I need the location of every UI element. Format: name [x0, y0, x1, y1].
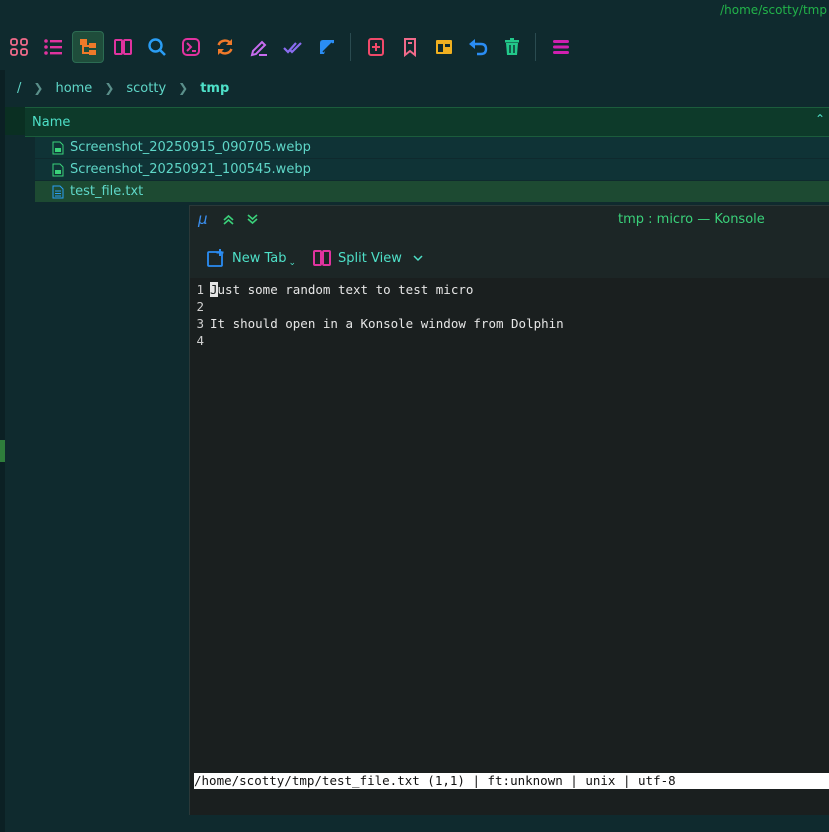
image-file-icon	[52, 163, 64, 176]
new-tab-icon	[207, 249, 224, 267]
file-row-selected[interactable]: test_file.txt	[35, 181, 829, 202]
editor-status-line: /home/scotty/tmp/test_file.txt (1,1) | f…	[194, 773, 829, 789]
chevron-right-icon: ❯	[104, 81, 115, 95]
line-number: 3	[196, 316, 204, 331]
chevron-down-icon[interactable]: ⌄	[289, 258, 297, 268]
new-tab-button[interactable]: New Tab ⌄	[206, 248, 296, 268]
search-icon[interactable]	[142, 32, 172, 62]
breadcrumb-home[interactable]: home	[55, 81, 92, 96]
text-cursor: J	[210, 282, 218, 297]
list-icon[interactable]	[38, 32, 68, 62]
header-gutter	[5, 107, 25, 135]
bookmark-icon[interactable]	[395, 32, 425, 62]
editor-line: 2	[190, 298, 210, 315]
keep-below-icon[interactable]	[246, 213, 259, 226]
split-pane-icon[interactable]	[108, 32, 138, 62]
breadcrumb-scotty[interactable]: scotty	[126, 81, 166, 96]
line-text: ust some random text to test micro	[217, 282, 474, 297]
new-tab-label: New Tab	[232, 250, 287, 266]
line-number: 4	[196, 333, 204, 348]
konsole-titlebar[interactable]: μ tmp : micro — Konsole	[190, 206, 829, 232]
text-file-icon	[52, 185, 64, 198]
chevron-down-icon[interactable]	[412, 252, 424, 264]
menu-icon[interactable]	[546, 32, 576, 62]
file-row[interactable]: Screenshot_20250921_100545.webp	[35, 159, 829, 180]
line-text: It should open in a Konsole window from …	[210, 316, 564, 331]
chevron-right-icon: ❯	[33, 81, 44, 95]
tree-view-icon[interactable]	[72, 31, 104, 63]
trash-icon[interactable]	[497, 32, 527, 62]
keep-above-icon[interactable]	[222, 213, 235, 226]
file-name: Screenshot_20250915_090705.webp	[70, 140, 311, 155]
terminal-icon[interactable]	[176, 32, 206, 62]
panel-icon[interactable]	[429, 32, 459, 62]
undo-icon[interactable]	[463, 32, 493, 62]
line-number: 2	[196, 299, 204, 314]
editor-line: 4	[190, 332, 210, 349]
konsole-toolbar: New Tab ⌄ Split View	[190, 240, 829, 276]
konsole-title: tmp : micro — Konsole	[618, 212, 765, 227]
edit-icon[interactable]	[312, 32, 342, 62]
column-header-label: Name	[32, 114, 71, 130]
line-number: 1	[196, 282, 204, 297]
places-panel-marker	[0, 440, 5, 462]
main-toolbar	[0, 30, 829, 64]
toolbar-separator	[350, 33, 351, 61]
split-view-button[interactable]: Split View	[312, 248, 430, 268]
file-name: test_file.txt	[70, 184, 144, 199]
terminal-area[interactable]: 1 Just some random text to test micro 2 3…	[190, 278, 829, 815]
file-name: Screenshot_20250921_100545.webp	[70, 162, 311, 177]
chevron-right-icon: ❯	[178, 81, 189, 95]
breadcrumb-current[interactable]: tmp	[200, 81, 229, 96]
refresh-icon[interactable]	[210, 32, 240, 62]
image-file-icon	[52, 141, 64, 154]
column-header-name[interactable]: Name ⌃	[25, 107, 829, 137]
breadcrumb: / ❯ home ❯ scotty ❯ tmp	[5, 70, 829, 106]
new-bookmark-icon[interactable]	[361, 32, 391, 62]
split-view-icon	[313, 250, 332, 266]
editor-line: 3 It should open in a Konsole window from…	[190, 315, 564, 332]
select-all-icon[interactable]	[278, 32, 308, 62]
window-path-title: /home/scotty/tmp	[720, 3, 827, 17]
rename-icon[interactable]	[244, 32, 274, 62]
konsole-window: μ tmp : micro — Konsole New Tab ⌄ Split …	[189, 205, 829, 815]
breadcrumb-root[interactable]: /	[17, 81, 21, 96]
toolbar-separator	[535, 33, 536, 61]
split-view-label: Split View	[338, 250, 402, 266]
editor-line: 1 Just some random text to test micro	[190, 281, 473, 298]
grid-icon[interactable]	[4, 32, 34, 62]
sort-ascending-icon: ⌃	[814, 112, 825, 126]
file-row[interactable]: Screenshot_20250915_090705.webp	[35, 137, 829, 158]
micro-app-icon: μ	[198, 210, 208, 228]
